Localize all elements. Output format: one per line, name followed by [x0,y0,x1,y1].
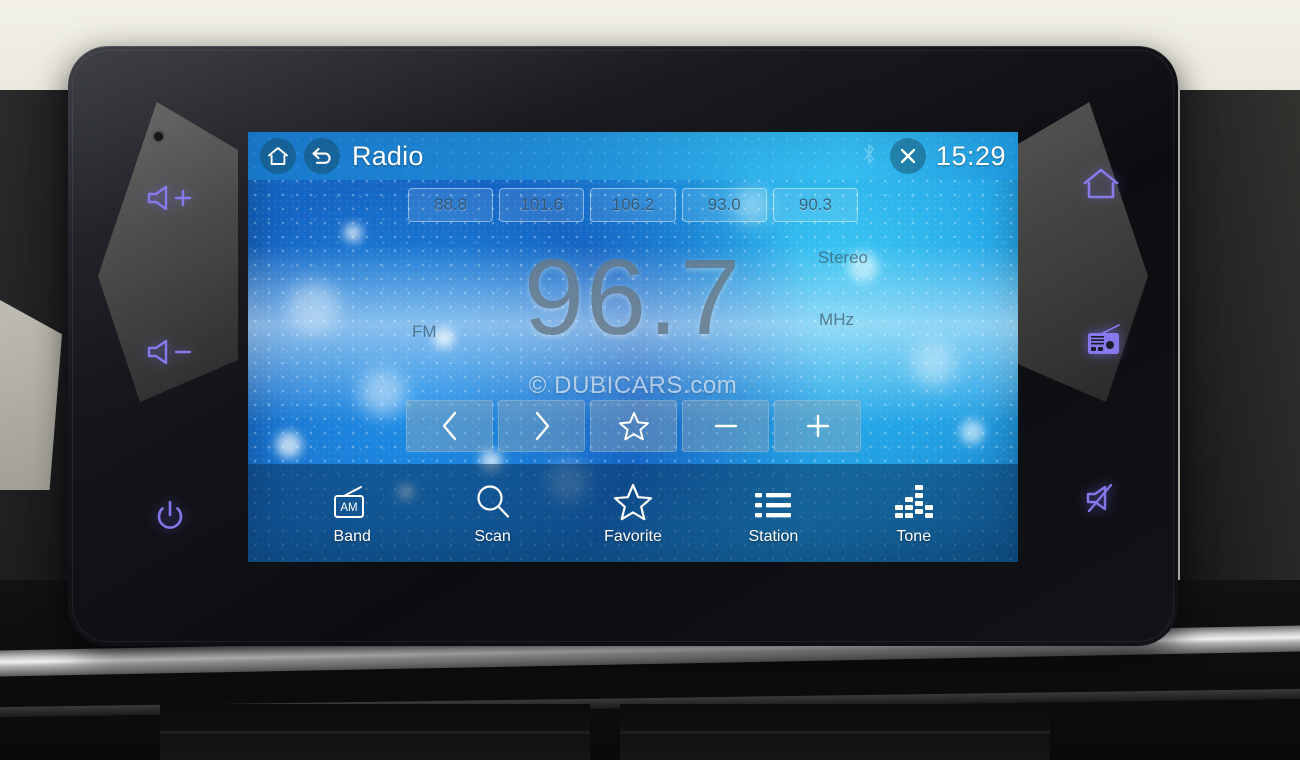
tuner-display: Stereo 96.7 FM MHz [248,236,1018,386]
nav-label-tone: Tone [896,527,932,545]
air-vent-slat-right [620,731,1050,734]
nav-label-station: Station [748,527,799,545]
nav-icon-wrap [613,481,653,521]
nav-icon-wrap [894,481,934,521]
minus-icon [714,424,737,428]
clock: 15:29 [935,140,1006,171]
star-icon [613,483,653,520]
frequency-unit: MHz [819,310,854,329]
header-home-button[interactable] [260,138,296,174]
preset-list: 88.8 101.6 106.2 93.0 90.3 [408,188,859,222]
search-icon [476,484,509,518]
bluetooth-status [862,143,876,170]
band-indicator: FM [412,322,437,341]
hardkey-volume-down[interactable] [142,332,198,372]
bottom-navigation: AM Band Scan Favorite Station Tone [248,464,1018,562]
equalizer-icon [894,484,933,518]
nav-icon-wrap [474,481,512,521]
preset-button-2[interactable]: 101.6 [499,188,585,222]
list-icon [755,492,792,517]
back-arrow-icon [312,147,331,164]
nav-item-scan[interactable]: Scan [447,481,539,546]
tuner-controls [406,400,861,452]
infotainment-screen[interactable]: Radio 15:29 88.8 101.6 106.2 93.0 90.3 S… [248,132,1018,562]
watermark: © DUBICARS.com [528,372,738,399]
home-icon [1083,168,1119,199]
page-title: Radio [352,140,424,171]
bluetooth-icon [864,143,874,164]
previous-station-button[interactable] [406,400,493,452]
preset-button-4[interactable]: 93.0 [681,188,767,222]
hardkey-volume-up[interactable] [142,178,198,218]
nav-item-band[interactable]: AM Band [306,481,398,546]
speaker-minus-icon [147,339,192,365]
next-station-button[interactable] [498,400,585,452]
dashboard-right-surface [1180,90,1300,650]
am-radio-icon: AM [334,485,365,518]
hardkey-home[interactable] [1080,164,1122,204]
speaker-mute-icon [1086,483,1113,513]
plus-icon [806,414,829,438]
hardkey-mute[interactable] [1082,478,1126,518]
hardkey-power[interactable] [150,496,190,536]
wallpaper-bokeh [276,432,302,458]
chevron-left-icon [442,411,456,441]
decrease-button[interactable] [682,400,769,452]
close-icon [900,148,916,164]
nav-item-station[interactable]: Station [727,481,819,546]
svg-text:AM: AM [341,502,358,514]
increase-button[interactable] [774,400,861,452]
star-icon [618,412,649,441]
favorite-button[interactable] [590,400,677,452]
header-close-button[interactable] [889,138,926,174]
nav-label-scan: Scan [474,527,511,545]
speaker-plus-icon [147,185,192,211]
ambient-light-sensor [154,132,163,141]
nav-icon-wrap [754,481,792,521]
wallpaper-bokeh [960,420,984,444]
nav-item-tone[interactable]: Tone [868,481,960,546]
frequency-value: 96.7 [523,236,743,357]
screen-header: Radio 15:29 [248,132,1018,180]
radio-icon [1088,324,1120,354]
nav-item-favorite[interactable]: Favorite [587,481,679,546]
chevron-right-icon [535,411,549,441]
header-back-button[interactable] [304,138,340,174]
power-icon [157,500,183,529]
preset-button-1[interactable]: 88.8 [408,188,494,222]
nav-icon-wrap: AM [331,481,373,521]
air-vent-slat-left [160,731,590,734]
preset-button-5[interactable]: 90.3 [772,188,859,222]
nav-label-favorite: Favorite [604,527,662,545]
hardkey-radio[interactable] [1084,320,1124,360]
bezel-reflection-right [1008,102,1148,402]
preset-button-3[interactable]: 106.2 [590,188,676,222]
home-icon [268,147,288,165]
nav-label-band: Band [333,527,371,545]
